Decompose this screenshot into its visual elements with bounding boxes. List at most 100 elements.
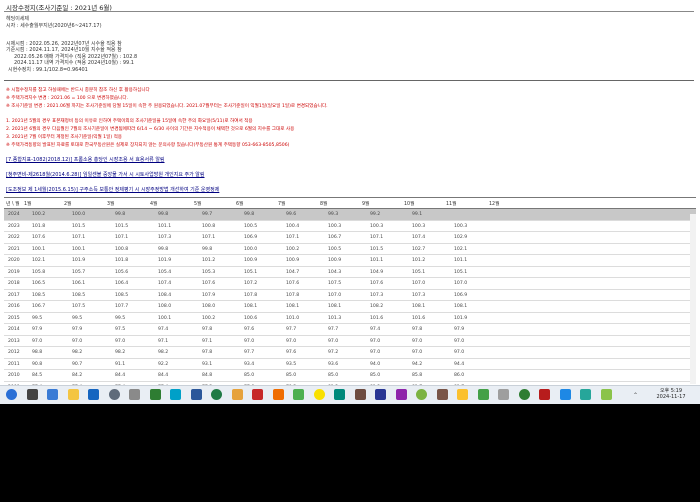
app-cyan-icon[interactable]	[170, 389, 181, 400]
table-row[interactable]: 2021 100.1 100.1 100.8 99.8 99.8 100.0 100.2 100…	[4, 244, 696, 255]
table-row[interactable]: 2018 106.5 106.1 106.4 107.4 107.6 107.2 107.6 1…	[4, 278, 696, 290]
app-blue2-icon[interactable]	[559, 389, 571, 400]
table-cell: 97.9	[454, 327, 465, 332]
table-cell: 99.5	[72, 315, 83, 321]
table-cell: 107.3	[158, 235, 172, 240]
table-row[interactable]: 2020 102.1 101.9 101.8 101.9 101.2 100.9 100.9 1…	[4, 255, 696, 267]
app-graph-icon[interactable]	[354, 389, 366, 400]
table-row[interactable]: 2023 101.8 101.5 101.5 101.1 100.8 100.5 100.4 1…	[4, 221, 696, 232]
reference-link[interactable]: [도조정보 제 1세월(2015.6.15)] 구주소득 보통안 정제평기 시 …	[6, 186, 219, 193]
reference-link[interactable]: [7.종합지표-1082(2018.12)] 프롬소용 총당인 시장조용 서 효…	[6, 156, 165, 163]
table-cell: 102.9	[454, 235, 468, 240]
table-cell: 97.8	[202, 350, 213, 355]
chrome-icon[interactable]	[293, 389, 304, 400]
table-cell: 101.3	[328, 315, 342, 321]
table-cell: 97.0	[412, 338, 423, 344]
table-header-cell: 11월	[446, 202, 457, 207]
table-cell: 99.5	[32, 315, 43, 321]
table-row[interactable]: 2024 100.2 100.0 99.8 99.8 99.7 99.8 99.6 99.3 99…	[4, 209, 696, 221]
table-row[interactable]: 2011 90.8 90.7 91.1 92.2 93.1 93.4 93.5 93.6 94.0…	[4, 359, 696, 370]
table-cell: 99.3	[328, 212, 339, 217]
excel-icon[interactable]	[211, 389, 222, 400]
table-row[interactable]: 2017 108.5 108.5 108.5 108.4 107.9 107.8 107.8 1…	[4, 290, 696, 301]
table-cell: 106.1	[72, 281, 86, 286]
table-header-cell: 12월	[489, 202, 500, 207]
table-body: 2024 100.2 100.0 99.8 99.8 99.7 99.8 99.6 99.3 99…	[4, 209, 696, 385]
app-note-icon[interactable]	[231, 389, 243, 400]
table-cell: 100.4	[286, 223, 300, 229]
table-cell: 106.9	[244, 235, 258, 240]
table-cell: 85.0	[244, 373, 255, 378]
explorer-icon[interactable]	[67, 389, 79, 400]
app-lightgreen-icon[interactable]	[600, 389, 612, 400]
whatsapp-icon[interactable]	[518, 389, 530, 400]
table-cell: 97.0	[370, 350, 381, 355]
table-cell: 100.2	[32, 212, 46, 217]
app-cyan2-icon[interactable]	[580, 389, 591, 400]
tray-chevron-icon[interactable]: ⌃	[633, 392, 638, 399]
table-header: 년 \ 월 1월 2월 3월 4월 5월 6월 7월 8월 9월 10월 11월 12월	[4, 197, 696, 209]
table-cell: 100.3	[412, 223, 426, 229]
table-year-cell: 2017	[8, 292, 20, 298]
info-line: 시현수정치 : 99.1/102.8=0.96401	[8, 66, 88, 73]
app-chart-icon[interactable]	[149, 389, 161, 400]
table-row[interactable]: 2010 84.5 84.2 84.4 84.4 84.8 85.0 85.0 85.0 85.0…	[4, 370, 696, 382]
table-cell: 97.7	[244, 350, 255, 355]
table-row[interactable]: 2019 105.8 105.7 105.6 105.4 105.3 105.1 104.7 1…	[4, 267, 696, 278]
vertical-scrollbar[interactable]	[690, 214, 696, 384]
app-brown-icon[interactable]	[436, 389, 448, 400]
app-purple-icon[interactable]	[395, 389, 407, 400]
table-row[interactable]: 2015 99.5 99.5 99.5 100.1 100.2 100.6 101.0 101.…	[4, 313, 696, 324]
table-cell: 107.1	[72, 235, 86, 240]
app-navy-icon[interactable]	[375, 389, 386, 400]
table-cell: 107.0	[328, 292, 342, 298]
table-cell: 105.3	[202, 269, 216, 275]
taskbar-clock[interactable]: 오후 5:19 2024-11-17	[648, 388, 694, 400]
table-header-cell: 1월	[24, 202, 32, 207]
table-cell: 99.8	[158, 246, 169, 252]
document-page: 시장수정지(조사기준일 : 2021년 6월) 헤딩이세제 시자 : 세수출월부…	[0, 0, 700, 385]
pdf-icon[interactable]	[252, 389, 263, 400]
header-line: 시자 : 세수출월부지년(2020년6~2417.17)	[6, 22, 102, 29]
table-cell: 102.1	[454, 246, 468, 252]
app-red2-icon[interactable]	[539, 389, 550, 400]
table-row[interactable]: 2014 97.9 97.9 97.5 97.4 97.8 97.6 97.7 97.7 97.4…	[4, 324, 696, 336]
table-cell: 93.1	[202, 361, 213, 367]
table-cell: 93.6	[328, 361, 339, 367]
table-row[interactable]: 2012 98.8 98.2 98.2 98.2 97.8 97.7 97.6 97.2 97.0…	[4, 347, 696, 359]
table-cell: 107.1	[115, 235, 129, 240]
app-gray-icon[interactable]	[129, 389, 140, 400]
table-cell: 84.4	[115, 373, 126, 378]
table-cell: 97.0	[412, 350, 423, 355]
table-cell: 107.8	[244, 292, 258, 298]
table-row[interactable]: 2022 107.6 107.1 107.1 107.3 107.1 106.9 107.1 1…	[4, 232, 696, 244]
table-cell: 100.9	[286, 258, 300, 263]
table-cell: 84.4	[158, 373, 169, 378]
reference-link[interactable]: [청주면비-제2618월(2014.6.28)] 임일센볼 중앙물 가서 시 시…	[6, 171, 205, 178]
app-yellow-icon[interactable]	[457, 389, 468, 400]
app-orange-icon[interactable]	[272, 389, 284, 400]
notepad-icon[interactable]	[47, 389, 58, 400]
app-blue-icon[interactable]	[88, 389, 99, 400]
app-green-icon[interactable]	[477, 389, 489, 400]
table-cell: 107.6	[286, 281, 300, 286]
app-calc-icon[interactable]	[108, 389, 120, 400]
notice-line: ※ 주택가격지수 변경 : 2021.06 = 100 으로 변경하였습니다.	[6, 96, 129, 101]
app-grey2-icon[interactable]	[498, 389, 509, 400]
table-cell: 105.1	[454, 269, 468, 275]
app-lime-icon[interactable]	[416, 389, 427, 400]
table-cell: 101.2	[412, 258, 426, 263]
table-cell: 101.6	[370, 315, 384, 321]
table-year-cell: 2012	[8, 350, 20, 355]
app-teal-icon[interactable]	[334, 389, 345, 400]
table-row[interactable]: 2013 97.0 97.0 97.0 97.1 97.1 97.0 97.0 97.0 97.0…	[4, 336, 696, 347]
app-word-icon[interactable]	[190, 389, 202, 400]
table-header-cell: 2월	[64, 202, 72, 207]
title-divider	[4, 11, 694, 12]
kakao-icon[interactable]	[313, 389, 325, 400]
table-row[interactable]: 2016 106.7 107.5 107.7 108.0 108.0 108.1 108.1 1…	[4, 301, 696, 313]
table-cell: 108.1	[328, 304, 342, 309]
search-icon[interactable]	[26, 389, 38, 400]
table-cell: 107.3	[370, 292, 384, 298]
start-icon[interactable]	[6, 389, 17, 400]
